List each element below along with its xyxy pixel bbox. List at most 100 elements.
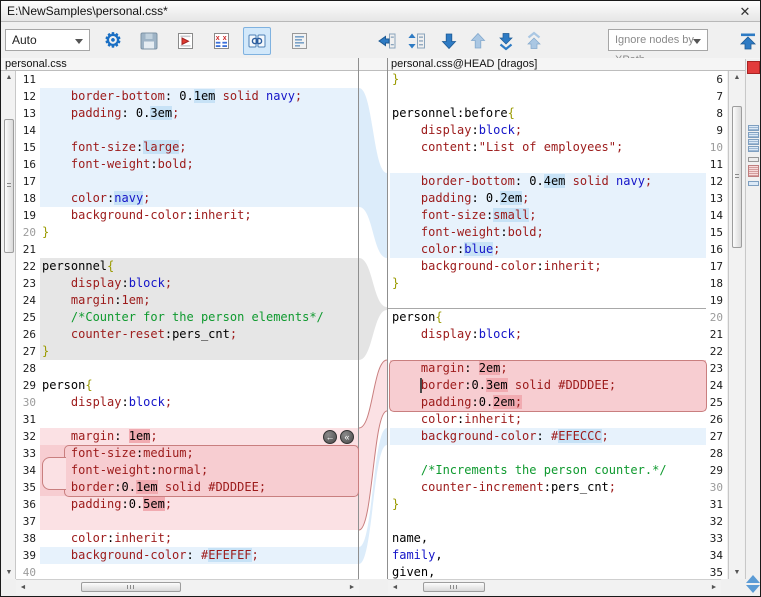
code-line[interactable]: border:0.3em solid #DDDDEE; bbox=[390, 377, 706, 394]
code-line[interactable]: /*Increments the person counter.*/ bbox=[390, 462, 706, 479]
last-difference-button[interactable] bbox=[492, 27, 520, 55]
close-icon[interactable]: ✕ bbox=[736, 1, 754, 22]
code-line[interactable]: margin: 2em; bbox=[390, 360, 706, 377]
code-line[interactable]: display:block; bbox=[40, 275, 358, 292]
code-line[interactable]: content:"List of employees"; bbox=[390, 139, 706, 156]
code-line[interactable]: /*Counter for the person elements*/ bbox=[40, 309, 358, 326]
left-vertical-scrollbar[interactable]: ▲ ▼ bbox=[2, 71, 16, 579]
scroll-right-arrow[interactable]: ► bbox=[345, 581, 359, 594]
code-line[interactable]: background-color:inherit; bbox=[40, 207, 358, 224]
code-line[interactable] bbox=[40, 173, 358, 190]
code-line[interactable] bbox=[390, 156, 706, 173]
code-line[interactable]: padding: 0.3em; bbox=[40, 105, 358, 122]
settings-button[interactable]: ⚙ bbox=[99, 27, 127, 55]
code-line[interactable]: person{ bbox=[390, 309, 706, 326]
code-line[interactable] bbox=[390, 292, 706, 309]
code-line[interactable]: display:block; bbox=[40, 394, 358, 411]
copy-change-left-button[interactable]: ← bbox=[323, 430, 337, 444]
previous-difference-button[interactable] bbox=[464, 27, 492, 55]
save-button[interactable] bbox=[135, 27, 163, 55]
code-line[interactable]: font-weight:bold; bbox=[40, 156, 358, 173]
code-line[interactable] bbox=[40, 71, 358, 88]
ignore-nodes-xpath-select[interactable]: Ignore nodes by XPath bbox=[608, 29, 708, 51]
scroll-down-arrow[interactable]: ▼ bbox=[2, 566, 16, 579]
scroll-left-arrow[interactable]: ◄ bbox=[16, 581, 30, 594]
code-line[interactable]: color:blue; bbox=[390, 241, 706, 258]
scroll-up-arrow[interactable]: ▲ bbox=[730, 71, 744, 84]
triangle-up-icon[interactable] bbox=[746, 575, 760, 583]
left-scrollbar-thumb[interactable] bbox=[4, 119, 14, 253]
code-line[interactable]: background-color:inherit; bbox=[390, 258, 706, 275]
code-line[interactable] bbox=[40, 122, 358, 139]
ignore-formatting-button[interactable]: x x bbox=[207, 27, 235, 55]
scroll-down-arrow[interactable]: ▼ bbox=[730, 566, 744, 579]
copy-all-left-button[interactable]: « bbox=[340, 430, 354, 444]
code-line[interactable]: color:navy; bbox=[40, 190, 358, 207]
diff-marker[interactable] bbox=[748, 146, 759, 152]
right-vertical-scrollbar[interactable]: ▲ ▼ bbox=[728, 71, 744, 579]
code-line[interactable] bbox=[390, 343, 706, 360]
synchro-scroll-corner[interactable] bbox=[746, 575, 761, 595]
code-line[interactable]: color:inherit; bbox=[40, 530, 358, 547]
code-line[interactable]: background-color: #EFEFEF; bbox=[40, 547, 358, 564]
format-and-indent-button[interactable] bbox=[285, 27, 313, 55]
code-line[interactable]: family, bbox=[390, 547, 706, 564]
right-code-editor[interactable]: } personnel:before{ display:block; conten… bbox=[388, 71, 706, 579]
code-line[interactable]: counter-reset:pers_cnt; bbox=[40, 326, 358, 343]
code-line[interactable]: padding: 0.2em; bbox=[390, 190, 706, 207]
code-line[interactable]: font-size:large; bbox=[40, 139, 358, 156]
scroll-up-arrow[interactable]: ▲ bbox=[2, 71, 16, 84]
diff-marker[interactable] bbox=[748, 132, 759, 138]
right-horizontal-scrollbar[interactable]: ◄ ► bbox=[388, 579, 721, 594]
first-difference-button[interactable] bbox=[520, 27, 548, 55]
code-line[interactable] bbox=[40, 513, 358, 530]
code-line[interactable]: } bbox=[390, 496, 706, 513]
code-line[interactable]: font-size:medium; bbox=[40, 445, 358, 462]
code-line[interactable] bbox=[390, 88, 706, 105]
code-line[interactable]: border:0.1em solid #DDDDEE; bbox=[40, 479, 358, 496]
code-line[interactable] bbox=[390, 513, 706, 530]
scroll-right-arrow[interactable]: ► bbox=[707, 581, 721, 594]
diff-marker[interactable] bbox=[748, 157, 759, 162]
code-line[interactable]: padding:0.2em; bbox=[390, 394, 706, 411]
right-scrollbar-thumb[interactable] bbox=[732, 106, 742, 248]
code-line[interactable]: border-bottom: 0.4em solid navy; bbox=[390, 173, 706, 190]
code-line[interactable]: person{ bbox=[40, 377, 358, 394]
left-code-editor[interactable]: border-bottom: 0.1em solid navy; padding… bbox=[40, 71, 358, 579]
code-line[interactable] bbox=[390, 445, 706, 462]
code-line[interactable] bbox=[40, 564, 358, 579]
diff-marker[interactable] bbox=[748, 181, 759, 186]
code-line[interactable]: padding:0.5em; bbox=[40, 496, 358, 513]
perform-files-differencing-button[interactable] bbox=[171, 27, 199, 55]
code-line[interactable]: personnel:before{ bbox=[390, 105, 706, 122]
code-line[interactable]: given, bbox=[390, 564, 706, 579]
right-hscroll-thumb[interactable] bbox=[423, 582, 485, 592]
synchronized-scrolling-toggle[interactable] bbox=[243, 27, 271, 55]
code-line[interactable]: counter-increment:pers_cnt; bbox=[390, 479, 706, 496]
next-difference-button[interactable] bbox=[435, 27, 463, 55]
code-line[interactable]: } bbox=[40, 224, 358, 241]
code-line[interactable] bbox=[40, 360, 358, 377]
code-line[interactable]: display:block; bbox=[390, 122, 706, 139]
left-hscroll-thumb[interactable] bbox=[81, 582, 181, 592]
code-line[interactable]: background-color: #EFECCC; bbox=[390, 428, 706, 445]
code-line[interactable]: margin: 1em; bbox=[40, 428, 358, 445]
code-line[interactable]: } bbox=[390, 71, 706, 88]
triangle-down-icon[interactable] bbox=[746, 585, 760, 593]
diff-marker[interactable] bbox=[748, 139, 759, 145]
scroll-left-arrow[interactable]: ◄ bbox=[388, 581, 402, 594]
left-horizontal-scrollbar[interactable]: ◄ ► bbox=[16, 579, 359, 594]
code-line[interactable]: personnel{ bbox=[40, 258, 358, 275]
code-line[interactable]: font-weight:normal; bbox=[40, 462, 358, 479]
code-line[interactable]: border-bottom: 0.1em solid navy; bbox=[40, 88, 358, 105]
code-line[interactable]: } bbox=[40, 343, 358, 360]
code-line[interactable] bbox=[40, 241, 358, 258]
code-line[interactable]: font-size:small; bbox=[390, 207, 706, 224]
code-line[interactable]: font-weight:bold; bbox=[390, 224, 706, 241]
code-line[interactable] bbox=[40, 411, 358, 428]
code-line[interactable]: color:inherit; bbox=[390, 411, 706, 428]
copy-change-right-to-left-button[interactable] bbox=[373, 27, 401, 55]
code-line[interactable]: } bbox=[390, 275, 706, 292]
code-line[interactable]: margin:1em; bbox=[40, 292, 358, 309]
code-line[interactable]: display:block; bbox=[390, 326, 706, 343]
